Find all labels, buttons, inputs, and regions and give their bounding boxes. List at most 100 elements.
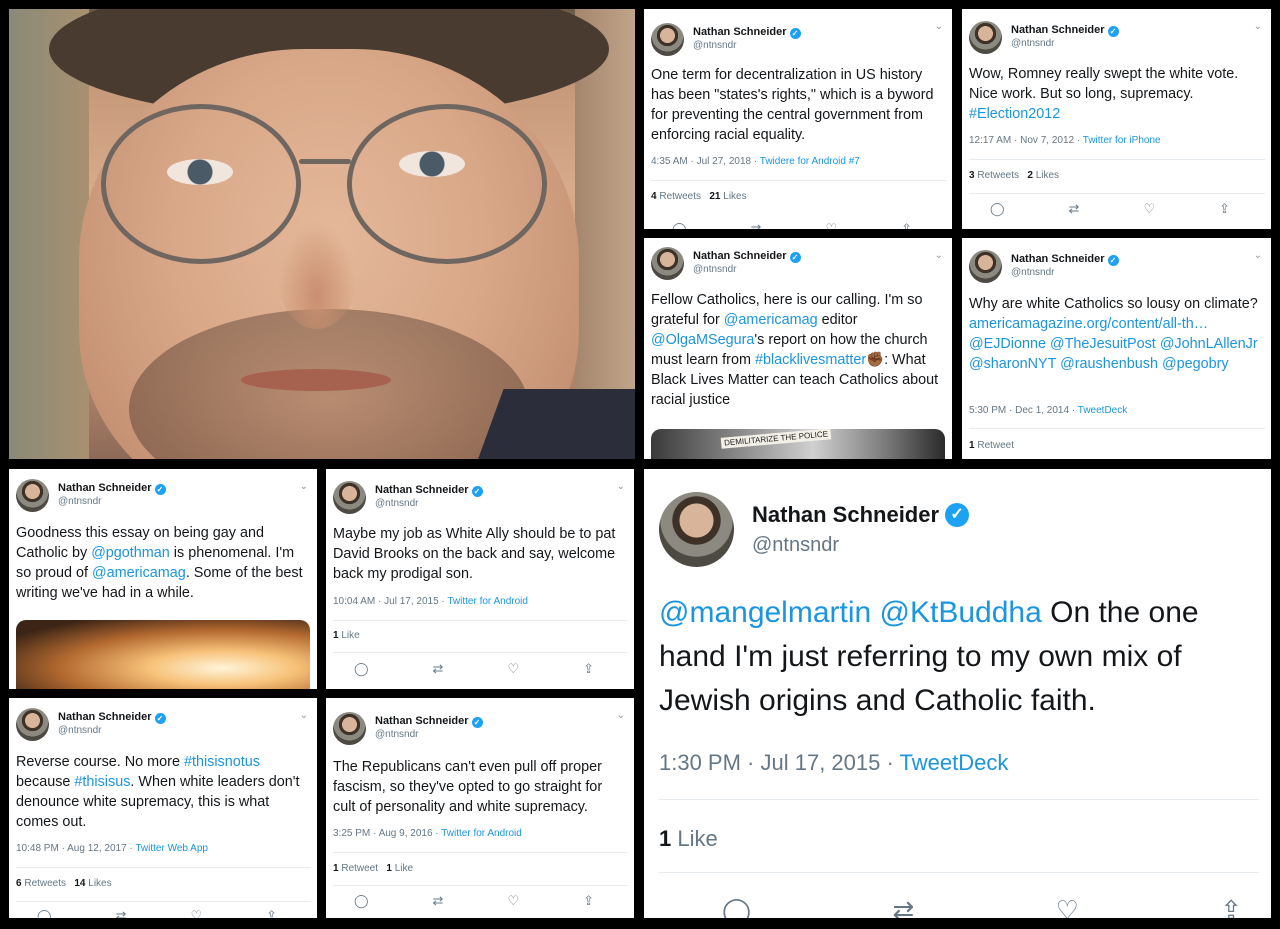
like-icon[interactable]: ♡ [507, 893, 519, 909]
link-preview-image[interactable]: DEMILITARIZE THE POLICE [651, 429, 945, 459]
like-icon[interactable]: ♡ [1143, 201, 1155, 217]
tweet-stats[interactable]: 1 Like [333, 630, 360, 641]
reply-icon[interactable]: ◯ [672, 221, 687, 229]
source-link[interactable]: TweetDeck [900, 750, 1009, 775]
mention-link[interactable]: @EJDionne [969, 336, 1046, 352]
source-link[interactable]: Twitter for Android [447, 596, 528, 607]
mention-link[interactable]: @JohnLAllenJr [1160, 336, 1258, 352]
share-icon[interactable]: ⇪ [266, 908, 277, 918]
avatar[interactable] [969, 21, 1002, 54]
mention-link[interactable]: @KtBuddha [871, 596, 1042, 629]
tweet-stats[interactable]: 4 Retweets 21 Likes [651, 191, 747, 202]
handle[interactable]: @ntnsndr [693, 40, 801, 53]
retweet-icon[interactable]: ⇄ [433, 893, 444, 909]
hashtag-link[interactable]: #thisisus [74, 774, 130, 790]
tweet-card[interactable]: Nathan Schneider ✓ @ntnsndr ⌄ One term fo… [644, 9, 952, 229]
reply-icon[interactable]: ◯ [722, 895, 751, 918]
handle[interactable]: @ntnsndr [58, 496, 166, 509]
retweet-icon[interactable]: ⇄ [433, 661, 444, 677]
mention-link[interactable]: @sharonNYT [969, 356, 1056, 372]
display-name[interactable]: Nathan Schneider [375, 484, 469, 498]
display-name[interactable]: Nathan Schneider [375, 715, 469, 729]
source-link[interactable]: Twidere for Android #7 [760, 156, 860, 167]
avatar[interactable] [659, 492, 734, 567]
avatar[interactable] [16, 708, 49, 741]
tweet-card[interactable]: Nathan Schneider ✓ @ntnsndr ⌄ Why are whi… [962, 238, 1271, 459]
like-icon[interactable]: ♡ [190, 908, 202, 918]
share-icon[interactable]: ⇪ [583, 893, 594, 909]
retweet-icon[interactable]: ⇄ [116, 908, 127, 918]
hashtag-link[interactable]: #Election2012 [969, 106, 1060, 122]
source-link[interactable]: Twitter for Android [441, 828, 522, 839]
handle[interactable]: @ntnsndr [1011, 267, 1119, 280]
handle[interactable]: @ntnsndr [375, 498, 483, 511]
mention-link[interactable]: @americamag [92, 565, 186, 581]
source-link[interactable]: Twitter for iPhone [1083, 135, 1161, 146]
handle[interactable]: @ntnsndr [1011, 38, 1119, 51]
mention-link[interactable]: @pgothman [91, 545, 170, 561]
tweet-card[interactable]: Nathan Schneider ✓ @ntnsndr ⌄ The Republi… [326, 698, 634, 918]
avatar[interactable] [969, 250, 1002, 283]
tweet-stats[interactable]: 3 Retweets 2 Likes [969, 170, 1059, 181]
retweet-icon[interactable]: ⇄ [1069, 201, 1080, 217]
chevron-down-icon[interactable]: ⌄ [617, 481, 625, 492]
reply-icon[interactable]: ◯ [37, 908, 52, 918]
mention-link[interactable]: @americamag [724, 312, 818, 328]
avatar[interactable] [651, 247, 684, 280]
tweet-stats[interactable]: 1 Retweet 1 Like [333, 863, 413, 874]
chevron-down-icon[interactable]: ⌄ [1254, 21, 1262, 32]
avatar[interactable] [333, 712, 366, 745]
tweet-stats[interactable]: 6 Retweets 14 Likes [16, 878, 112, 889]
reply-icon[interactable]: ◯ [990, 201, 1005, 217]
avatar[interactable] [651, 23, 684, 56]
display-name[interactable]: Nathan Schneider [693, 250, 787, 264]
url-link[interactable]: americamagazine.org/content/all-th… [969, 316, 1208, 332]
display-name[interactable]: Nathan Schneider [58, 711, 152, 725]
retweet-icon[interactable]: ⇄ [892, 895, 914, 918]
tweet-stats[interactable]: 1 Retweet [969, 440, 1014, 451]
link-preview-image[interactable] [16, 620, 310, 689]
display-name[interactable]: Nathan Schneider [1011, 253, 1105, 267]
display-name[interactable]: Nathan Schneider [1011, 24, 1105, 38]
reply-icon[interactable]: ◯ [354, 661, 369, 677]
share-icon[interactable]: ⇪ [901, 221, 912, 229]
mention-link[interactable]: @raushenbush [1060, 356, 1158, 372]
avatar[interactable] [333, 481, 366, 514]
share-icon[interactable]: ⇪ [1220, 895, 1242, 918]
display-name[interactable]: Nathan Schneider [752, 501, 939, 529]
like-icon[interactable]: ♡ [1056, 895, 1079, 918]
tweet-card[interactable]: Nathan Schneider ✓ @ntnsndr ⌄ Reverse cou… [9, 698, 317, 918]
chevron-down-icon[interactable]: ⌄ [300, 710, 308, 721]
mention-link[interactable]: @mangelmartin [659, 596, 871, 629]
chevron-down-icon[interactable]: ⌄ [935, 21, 943, 32]
source-link[interactable]: TweetDeck [1078, 405, 1127, 416]
source-link[interactable]: Twitter Web App [135, 843, 208, 854]
chevron-down-icon[interactable]: ⌄ [935, 250, 943, 261]
mention-link[interactable]: @TheJesuitPost [1046, 336, 1156, 352]
chevron-down-icon[interactable]: ⌄ [300, 481, 308, 492]
share-icon[interactable]: ⇪ [1219, 201, 1230, 217]
handle[interactable]: @ntnsndr [752, 533, 969, 558]
handle[interactable]: @ntnsndr [58, 725, 166, 738]
tweet-card-large[interactable]: Nathan Schneider ✓ @ntnsndr @mangelmartin… [644, 469, 1271, 918]
mention-link[interactable]: @pegobry [1158, 356, 1229, 372]
hashtag-link[interactable]: #blacklivesmatter [755, 352, 866, 368]
tweet-card[interactable]: Nathan Schneider ✓ @ntnsndr ⌄ Goodness th… [9, 469, 317, 689]
mention-link[interactable]: @OlgaMSegura [651, 332, 754, 348]
avatar[interactable] [16, 479, 49, 512]
tweet-card[interactable]: Nathan Schneider ✓ @ntnsndr ⌄ Fellow Cath… [644, 238, 952, 459]
share-icon[interactable]: ⇪ [583, 661, 594, 677]
retweet-icon[interactable]: ⇄ [751, 221, 762, 229]
handle[interactable]: @ntnsndr [375, 729, 483, 742]
like-icon[interactable]: ♡ [825, 221, 837, 229]
display-name[interactable]: Nathan Schneider [58, 482, 152, 496]
chevron-down-icon[interactable]: ⌄ [1254, 250, 1262, 261]
reply-icon[interactable]: ◯ [354, 893, 369, 909]
tweet-stats[interactable]: 1 Like [659, 826, 718, 852]
like-icon[interactable]: ♡ [507, 661, 519, 677]
display-name[interactable]: Nathan Schneider [693, 26, 787, 40]
tweet-card[interactable]: Nathan Schneider ✓ @ntnsndr ⌄ Maybe my jo… [326, 469, 634, 689]
chevron-down-icon[interactable]: ⌄ [617, 710, 625, 721]
hashtag-link[interactable]: #thisisnotus [184, 754, 260, 770]
tweet-card[interactable]: Nathan Schneider ✓ @ntnsndr ⌄ Wow, Romney… [962, 9, 1271, 229]
